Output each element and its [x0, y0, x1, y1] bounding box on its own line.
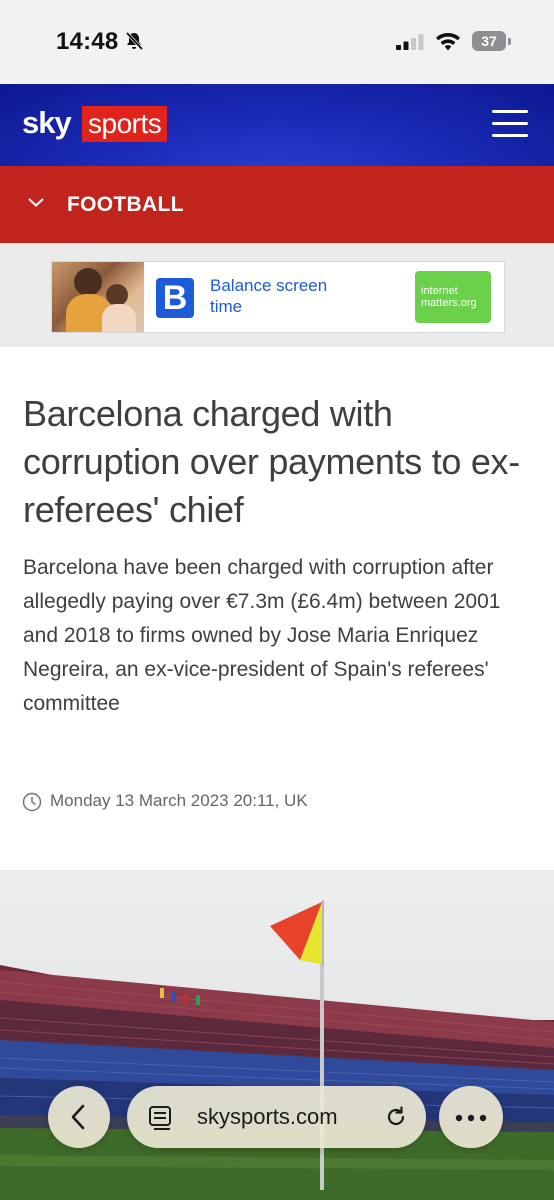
article-headline: Barcelona charged with corruption over p… [23, 393, 520, 530]
status-bar: 14:48 37 [0, 0, 554, 84]
site-header: sky sports [0, 84, 554, 166]
browser-more-button[interactable] [439, 1086, 503, 1148]
section-nav[interactable]: FOOTBALL [0, 166, 554, 243]
ad-banner: B Balance screen time internet matters.or… [0, 243, 554, 347]
chevron-down-icon[interactable] [27, 196, 45, 208]
ad-text: Balance screen time [210, 276, 328, 316]
logo-sports[interactable]: sports [82, 106, 168, 142]
stadium-illustration [0, 900, 554, 1200]
ad-creative[interactable]: B Balance screen time internet matters.or… [51, 261, 505, 333]
clock-icon [22, 792, 42, 812]
browser-back-button[interactable] [48, 1086, 110, 1148]
status-time: 14:48 [56, 28, 119, 55]
hamburger-menu-button[interactable] [492, 110, 528, 140]
ad-photo [52, 262, 144, 332]
ad-partner-logo: internet matters.org [415, 271, 491, 323]
wifi-icon [436, 32, 460, 51]
more-options-icon[interactable] [455, 1114, 487, 1122]
page-menu-icon[interactable] [149, 1106, 175, 1130]
chevron-left-icon[interactable] [48, 1086, 110, 1148]
url-text[interactable]: skysports.com [197, 1104, 338, 1130]
browser-address-bar[interactable]: skysports.com [127, 1086, 426, 1148]
article-hero-image [0, 870, 554, 1200]
battery-tip [508, 38, 511, 45]
article-standfirst: Barcelona have been charged with corrupt… [23, 556, 501, 715]
logo-sky[interactable]: sky [22, 105, 72, 141]
battery-level: 37 [472, 31, 506, 51]
article-timestamp: Monday 13 March 2023 20:11, UK [50, 791, 308, 810]
section-label[interactable]: FOOTBALL [67, 193, 184, 217]
reload-icon[interactable] [384, 1105, 408, 1129]
ad-brand-letter: B [156, 278, 194, 318]
cellular-signal-icon [396, 34, 424, 50]
bell-muted-icon [125, 31, 144, 51]
